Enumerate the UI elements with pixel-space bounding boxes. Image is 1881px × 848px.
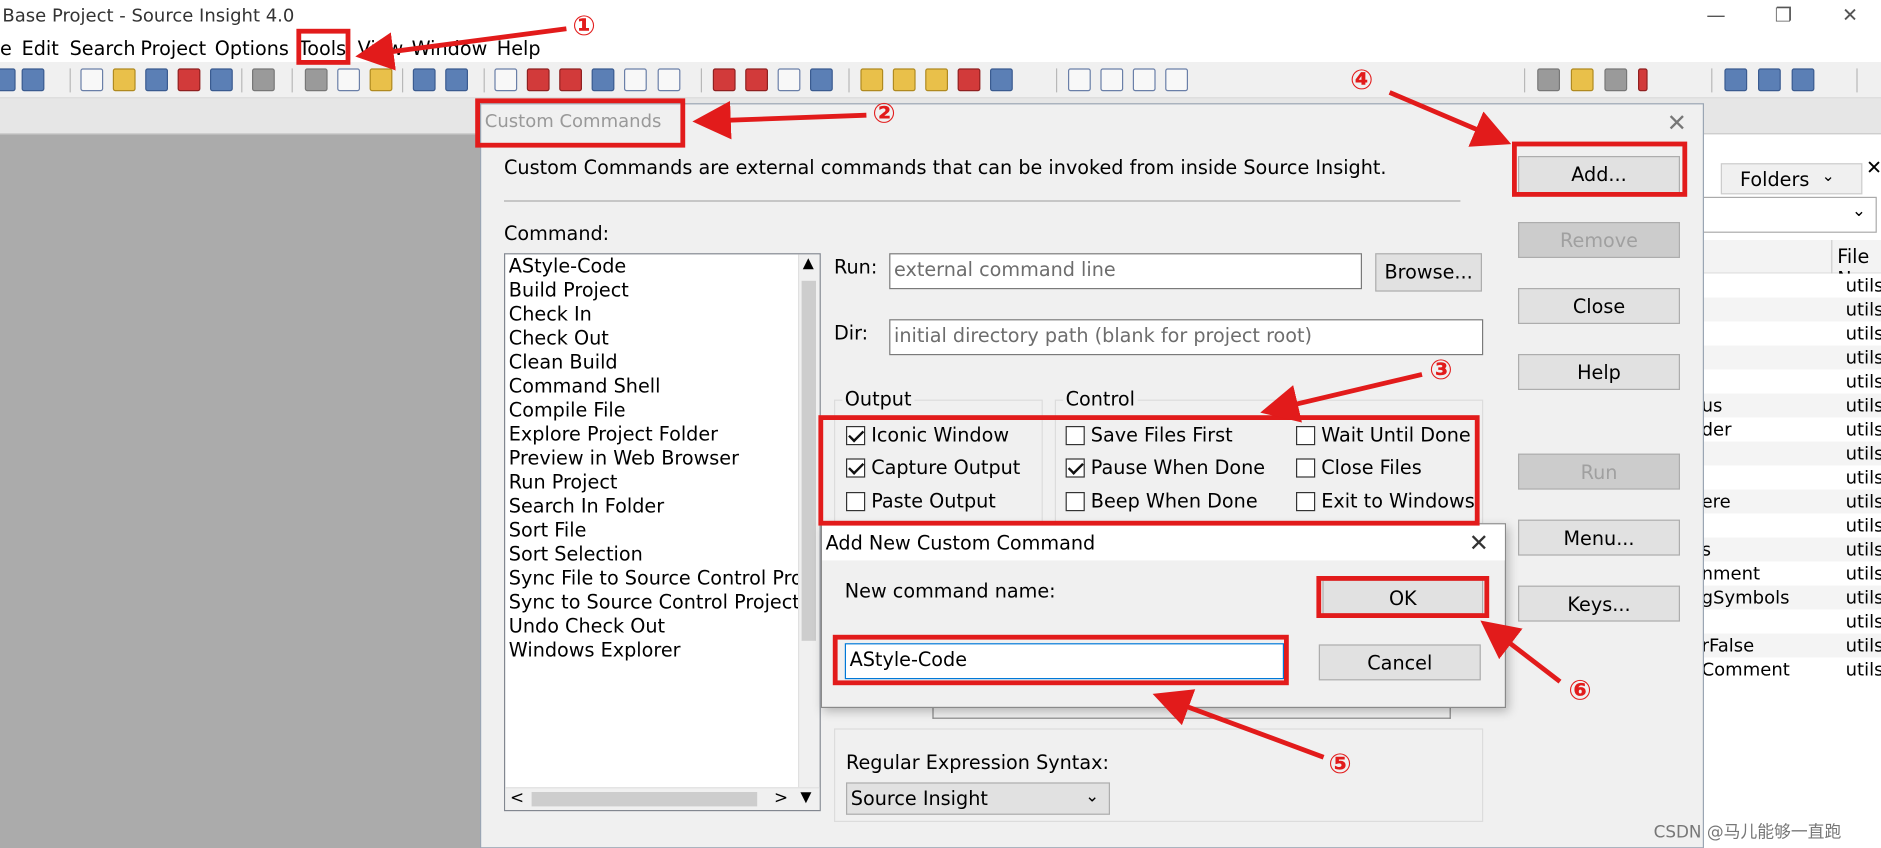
arrow-2 [692,100,867,140]
callout-6: ⑥ [1568,675,1592,707]
arrow-1 [355,26,567,71]
callout-1: ① [572,10,596,43]
arrow-3 [1260,372,1423,423]
arrow-4 [1388,90,1512,147]
annotation-arrows [355,26,1562,760]
arrow-5 [1152,689,1325,760]
callout-5: ⑤ [1328,748,1352,781]
callout-3: ③ [1429,355,1453,387]
watermark: CSDN @马儿能够一直跑 [1653,823,1842,843]
callout-2: ② [872,98,896,130]
screenshot-stage: Base Project - Source Insight 4.0 — ❐ ✕ … [0,0,1881,848]
arrow-6 [1480,620,1562,684]
callout-4: ④ [1350,64,1374,96]
